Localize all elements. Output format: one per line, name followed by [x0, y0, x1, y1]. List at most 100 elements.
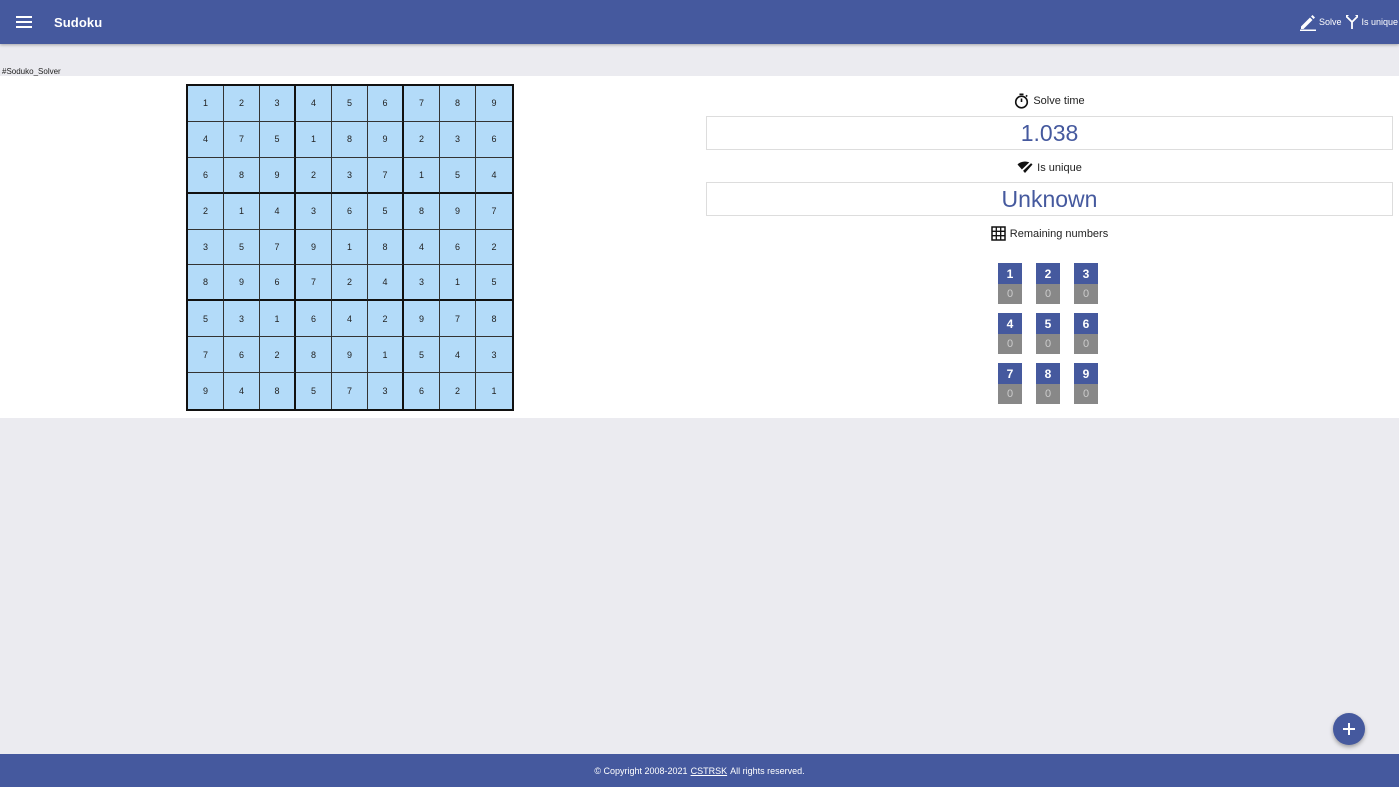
- sudoku-cell[interactable]: 9: [440, 193, 476, 230]
- sudoku-cell[interactable]: 1: [476, 373, 512, 409]
- remaining-number-tile[interactable]: 60: [1074, 313, 1098, 354]
- sudoku-cell[interactable]: 4: [440, 337, 476, 374]
- sudoku-cell[interactable]: 4: [260, 193, 296, 230]
- sudoku-cell[interactable]: 1: [188, 86, 224, 122]
- sudoku-cell[interactable]: 4: [368, 265, 404, 302]
- sudoku-cell[interactable]: 3: [404, 265, 440, 302]
- sudoku-cell[interactable]: 5: [476, 265, 512, 302]
- remaining-number-tile[interactable]: 50: [1036, 313, 1060, 354]
- sudoku-cell[interactable]: 1: [332, 229, 368, 266]
- solve-label: Solve: [1318, 17, 1342, 27]
- sudoku-cell[interactable]: 6: [476, 121, 512, 158]
- sudoku-cell[interactable]: 9: [476, 86, 512, 122]
- sudoku-cell[interactable]: 9: [368, 121, 404, 158]
- sudoku-cell[interactable]: 2: [260, 337, 296, 374]
- sudoku-cell[interactable]: 3: [476, 337, 512, 374]
- remaining-count: 0: [1036, 384, 1060, 404]
- sudoku-cell[interactable]: 9: [188, 373, 224, 409]
- remaining-number-tile[interactable]: 70: [998, 363, 1022, 404]
- sudoku-cell[interactable]: 2: [332, 265, 368, 302]
- sudoku-cell[interactable]: 2: [440, 373, 476, 409]
- remaining-number-tile[interactable]: 80: [1036, 363, 1060, 404]
- sudoku-cell[interactable]: 5: [332, 86, 368, 122]
- sudoku-cell[interactable]: 4: [296, 86, 332, 122]
- pencil-icon: [1299, 15, 1316, 31]
- sudoku-cell[interactable]: 7: [332, 373, 368, 409]
- sudoku-cell[interactable]: 4: [224, 373, 260, 409]
- sudoku-cell[interactable]: 6: [296, 301, 332, 338]
- sudoku-cell[interactable]: 7: [296, 265, 332, 302]
- sudoku-cell[interactable]: 8: [476, 301, 512, 338]
- solve-button[interactable]: Solve: [1299, 13, 1342, 31]
- sudoku-cell[interactable]: 8: [332, 121, 368, 158]
- sudoku-cell[interactable]: 8: [296, 337, 332, 374]
- sudoku-cell[interactable]: 1: [404, 157, 440, 194]
- remaining-number-tile[interactable]: 10: [998, 263, 1022, 304]
- sudoku-cell[interactable]: 4: [404, 229, 440, 266]
- sudoku-cell[interactable]: 1: [296, 121, 332, 158]
- fork-icon: [1346, 15, 1359, 29]
- sudoku-cell[interactable]: 3: [440, 121, 476, 158]
- sudoku-cell[interactable]: 2: [404, 121, 440, 158]
- sudoku-cell[interactable]: 5: [224, 229, 260, 266]
- sudoku-cell[interactable]: 8: [368, 229, 404, 266]
- sudoku-cell[interactable]: 4: [476, 157, 512, 194]
- sudoku-cell[interactable]: 7: [440, 301, 476, 338]
- menu-button[interactable]: [11, 9, 37, 35]
- sudoku-cell[interactable]: 9: [260, 157, 296, 194]
- sudoku-cell[interactable]: 5: [296, 373, 332, 409]
- sudoku-cell[interactable]: 3: [296, 193, 332, 230]
- cstrsk-link[interactable]: CSTRSK: [691, 766, 728, 776]
- sudoku-cell[interactable]: 1: [260, 301, 296, 338]
- sudoku-cell[interactable]: 1: [368, 337, 404, 374]
- sudoku-cell[interactable]: 5: [188, 301, 224, 338]
- sudoku-cell[interactable]: 3: [332, 157, 368, 194]
- sudoku-cell[interactable]: 4: [332, 301, 368, 338]
- sudoku-cell[interactable]: 2: [368, 301, 404, 338]
- sudoku-cell[interactable]: 9: [224, 265, 260, 302]
- sudoku-cell[interactable]: 8: [260, 373, 296, 409]
- sudoku-cell[interactable]: 3: [260, 86, 296, 122]
- remaining-number-tile[interactable]: 20: [1036, 263, 1060, 304]
- sudoku-cell[interactable]: 9: [332, 337, 368, 374]
- sudoku-cell[interactable]: 7: [224, 121, 260, 158]
- sudoku-cell[interactable]: 7: [260, 229, 296, 266]
- remaining-number-tile[interactable]: 30: [1074, 263, 1098, 304]
- sudoku-cell[interactable]: 6: [440, 229, 476, 266]
- add-button[interactable]: [1333, 713, 1365, 745]
- sudoku-cell[interactable]: 3: [188, 229, 224, 266]
- sudoku-cell[interactable]: 3: [368, 373, 404, 409]
- sudoku-cell[interactable]: 7: [476, 193, 512, 230]
- grid-icon: [991, 226, 1006, 241]
- sudoku-cell[interactable]: 2: [296, 157, 332, 194]
- sudoku-cell[interactable]: 8: [188, 265, 224, 302]
- sudoku-cell[interactable]: 3: [224, 301, 260, 338]
- is-unique-button[interactable]: Is unique: [1345, 14, 1398, 30]
- sudoku-cell[interactable]: 6: [188, 157, 224, 194]
- sudoku-cell[interactable]: 7: [404, 86, 440, 122]
- sudoku-cell[interactable]: 9: [404, 301, 440, 338]
- sudoku-cell[interactable]: 5: [440, 157, 476, 194]
- sudoku-cell[interactable]: 4: [188, 121, 224, 158]
- sudoku-cell[interactable]: 2: [476, 229, 512, 266]
- sudoku-cell[interactable]: 6: [368, 86, 404, 122]
- sudoku-cell[interactable]: 7: [188, 337, 224, 374]
- sudoku-cell[interactable]: 9: [296, 229, 332, 266]
- sudoku-cell[interactable]: 6: [404, 373, 440, 409]
- sudoku-cell[interactable]: 7: [368, 157, 404, 194]
- sudoku-cell[interactable]: 2: [188, 193, 224, 230]
- sudoku-cell[interactable]: 5: [368, 193, 404, 230]
- sudoku-cell[interactable]: 5: [404, 337, 440, 374]
- sudoku-cell[interactable]: 6: [224, 337, 260, 374]
- remaining-number-tile[interactable]: 90: [1074, 363, 1098, 404]
- sudoku-cell[interactable]: 8: [404, 193, 440, 230]
- sudoku-cell[interactable]: 2: [224, 86, 260, 122]
- sudoku-cell[interactable]: 8: [440, 86, 476, 122]
- sudoku-cell[interactable]: 5: [260, 121, 296, 158]
- remaining-number-tile[interactable]: 40: [998, 313, 1022, 354]
- sudoku-cell[interactable]: 6: [332, 193, 368, 230]
- sudoku-cell[interactable]: 8: [224, 157, 260, 194]
- sudoku-cell[interactable]: 1: [224, 193, 260, 230]
- sudoku-cell[interactable]: 1: [440, 265, 476, 302]
- sudoku-cell[interactable]: 6: [260, 265, 296, 302]
